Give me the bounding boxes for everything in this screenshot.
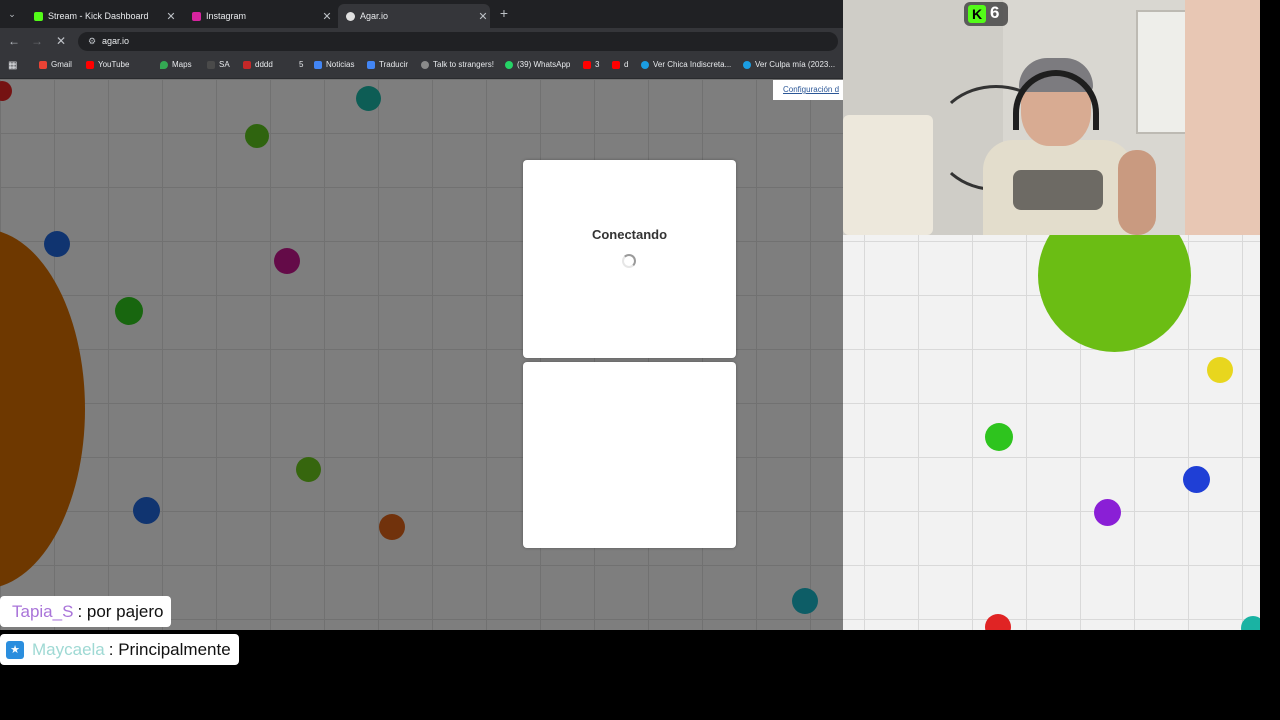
- stop-loading-icon[interactable]: ✕: [53, 33, 69, 49]
- site-settings-icon[interactable]: ⚙: [86, 35, 98, 47]
- bookmark-3[interactable]: 3: [583, 60, 599, 69]
- gmail-icon: [39, 60, 47, 69]
- forward-icon[interactable]: →: [29, 33, 45, 49]
- close-icon[interactable]: ✕: [164, 10, 178, 23]
- address-bar[interactable]: ⚙ agar.io: [78, 32, 838, 51]
- omegle-icon: [421, 60, 429, 69]
- bookmark-dddd[interactable]: dddd: [243, 60, 273, 69]
- site-icon: [207, 60, 215, 69]
- apps-icon[interactable]: ▦: [8, 60, 17, 71]
- loading-spinner-icon: [622, 254, 636, 268]
- chat-message: ★ Maycaela : Principalmente: [0, 634, 239, 665]
- food-pellet: [985, 423, 1013, 451]
- chat-username: Tapia_S: [12, 601, 74, 621]
- tab-search-icon[interactable]: ⌄: [4, 6, 20, 22]
- whatsapp-icon: [505, 60, 513, 69]
- bookmark-whatsapp[interactable]: (39) WhatsApp: [505, 60, 570, 69]
- youtube-icon: [612, 60, 620, 69]
- tab-instagram[interactable]: Instagram ✕: [184, 4, 334, 28]
- chat-text: : Principalmente: [108, 639, 231, 659]
- bookmark-youtube[interactable]: YouTube: [86, 60, 129, 69]
- maps-icon: [160, 60, 168, 69]
- kick-logo-icon: K: [968, 5, 986, 23]
- tab-label: Agar.io: [360, 11, 389, 21]
- tab-label: Stream - Kick Dashboard: [48, 11, 149, 21]
- food-pellet: [985, 614, 1011, 630]
- settings-link[interactable]: Configuración d: [773, 80, 843, 100]
- tab-label: Instagram: [206, 11, 247, 21]
- agario-icon: [346, 11, 355, 21]
- instagram-icon: [192, 11, 201, 21]
- chat-message: Tapia_S : por pajero: [0, 596, 172, 627]
- bookmark-talk-to-strangers[interactable]: Talk to strangers!: [421, 60, 494, 69]
- food-pellet: [1241, 616, 1260, 630]
- webcam-chair: [843, 115, 933, 235]
- food-pellet: [1094, 499, 1121, 526]
- bookmark-gmail[interactable]: Gmail: [39, 60, 72, 69]
- food-pellet: [1183, 466, 1210, 493]
- bookmark-d[interactable]: d: [612, 60, 628, 69]
- webcam-curtain: [1185, 0, 1260, 235]
- viewer-count-badge: K 6: [964, 2, 1008, 26]
- bookmark-sa[interactable]: SA: [207, 60, 230, 69]
- bookmark-maps[interactable]: Maps: [160, 60, 192, 69]
- bookmark-noticias[interactable]: Noticias: [314, 60, 354, 69]
- bookmark-5[interactable]: 5: [299, 60, 303, 69]
- kick-icon: [34, 11, 43, 21]
- webcam-shirt-print: [1013, 170, 1103, 210]
- bookmark-icon: [243, 60, 251, 69]
- translate-icon: [367, 60, 375, 69]
- food-pellet: [1207, 357, 1233, 383]
- edge-icon: [743, 60, 751, 69]
- subscriber-badge-icon: ★: [6, 640, 24, 659]
- connecting-panel: Conectando: [523, 160, 736, 358]
- webcam-feed: [843, 0, 1260, 235]
- back-icon[interactable]: ←: [6, 33, 22, 49]
- browser-toolbar: ← → ✕ ⚙ agar.io: [0, 28, 843, 54]
- bookmark-chica-indiscreta[interactable]: Ver Chica Indiscreta...: [641, 60, 731, 69]
- bookmark-culpa-mia[interactable]: Ver Culpa mía (2023...: [743, 60, 835, 69]
- close-icon[interactable]: ✕: [476, 10, 490, 23]
- webcam-window: [1136, 10, 1190, 134]
- tab-agario[interactable]: Agar.io ✕: [338, 4, 490, 28]
- youtube-icon: [583, 60, 591, 69]
- close-icon[interactable]: ✕: [320, 10, 334, 23]
- edge-icon: [641, 60, 649, 69]
- news-icon: [314, 60, 322, 69]
- tab-strip: ⌄ Stream - Kick Dashboard ✕ Instagram ✕ …: [0, 0, 843, 28]
- viewer-count: 6: [990, 3, 1000, 22]
- new-tab-icon[interactable]: +: [496, 5, 512, 21]
- connecting-status: Conectando: [591, 227, 668, 242]
- secondary-panel: [523, 362, 736, 548]
- chat-username: Maycaela: [32, 639, 105, 659]
- webcam-streamer-arm: [1118, 150, 1156, 235]
- bookmarks-bar: ▦ Gmail YouTube Maps SA dddd 5 Noticias …: [0, 54, 843, 79]
- youtube-icon: [86, 60, 94, 69]
- url-text: agar.io: [102, 36, 130, 46]
- chat-text: : por pajero: [77, 601, 164, 621]
- tab-kick-dashboard[interactable]: Stream - Kick Dashboard ✕: [26, 4, 178, 28]
- bookmark-traducir[interactable]: Traducir: [367, 60, 408, 69]
